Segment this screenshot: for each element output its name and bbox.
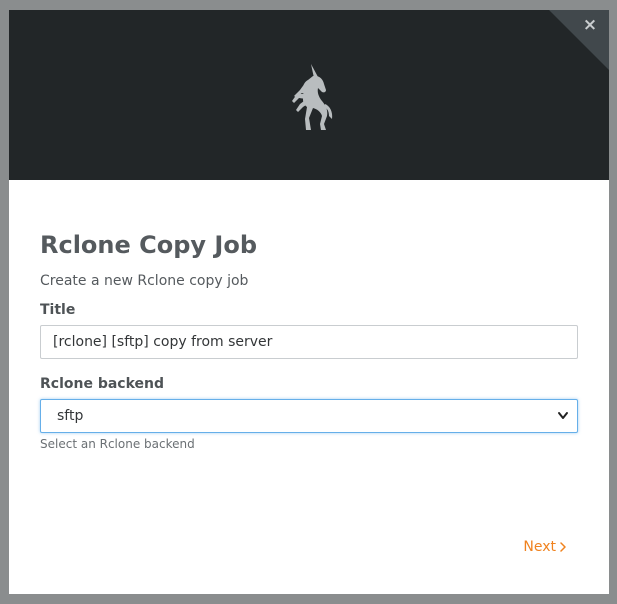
close-corner bbox=[549, 10, 609, 70]
unicorn-icon bbox=[292, 64, 333, 130]
title-input[interactable]: [rclone] [sftp] copy from server bbox=[40, 325, 578, 359]
dialog-header: × bbox=[9, 10, 609, 180]
chevron-down-icon bbox=[558, 412, 568, 419]
dialog-title: Rclone Copy Job bbox=[40, 231, 258, 259]
next-button[interactable]: Next bbox=[523, 538, 566, 556]
backend-select[interactable]: sftp bbox=[40, 399, 578, 433]
backend-help-text: Select an Rclone backend bbox=[40, 437, 195, 451]
dialog-subtitle: Create a new Rclone copy job bbox=[40, 273, 249, 289]
backend-select-value: sftp bbox=[57, 408, 84, 424]
close-icon: × bbox=[582, 15, 598, 35]
copy-job-dialog: × Rclone Copy Job Create a new Rclone co… bbox=[9, 10, 609, 594]
dialog-body: Rclone Copy Job Create a new Rclone copy… bbox=[40, 180, 578, 452]
close-button[interactable]: × bbox=[580, 15, 600, 35]
backend-field-label: Rclone backend bbox=[40, 376, 165, 392]
chevron-right-icon bbox=[560, 542, 566, 552]
title-field-label: Title bbox=[40, 302, 76, 318]
next-button-label: Next bbox=[523, 539, 556, 555]
